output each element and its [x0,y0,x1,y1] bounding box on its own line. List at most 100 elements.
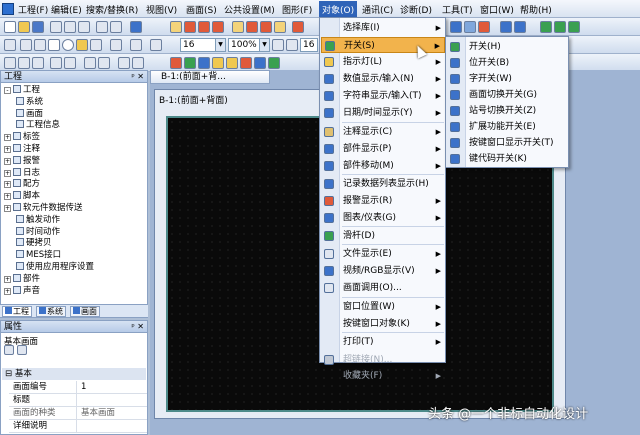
expand-icon[interactable]: + [4,275,11,283]
window-b-icon[interactable] [246,21,258,33]
tree-item[interactable]: MES接口 [16,250,61,261]
collapse-icon[interactable]: - [4,87,11,94]
property-row[interactable]: 画面编号 1 [9,381,147,394]
window-c-icon[interactable] [260,21,272,33]
run-c-icon[interactable] [568,21,580,33]
properties-section[interactable]: ⊟ 基本 [2,368,146,380]
object-menu-item[interactable]: 图表/仪表(G) ▶ [321,210,445,226]
object-menu-item[interactable]: 报警显示(R) ▶ [321,193,445,209]
save-icon[interactable] [32,21,44,33]
group-icon[interactable] [50,57,62,69]
object-menu-item[interactable]: 指示灯(L) ▶ [321,54,445,70]
zoom-out-icon[interactable] [286,39,298,51]
object-menu-item[interactable]: 注释显示(C) ▶ [321,124,445,140]
tree-item[interactable]: 系统 [16,96,43,108]
run-b-icon[interactable] [554,21,566,33]
object-menu-item[interactable]: 文件显示(E) ▶ [321,246,445,262]
object-menu-item[interactable]: 画面调用(O)... [321,280,445,296]
screen-next-icon[interactable] [198,21,210,33]
ungroup-icon[interactable] [64,57,76,69]
tab-project[interactable]: 工程 [2,306,32,317]
chevron-down-icon[interactable]: ▼ [259,39,269,51]
graph-tool-icon[interactable] [268,57,280,69]
grid-size-select[interactable]: 16 [300,38,318,52]
lamp-tool-icon[interactable] [184,57,196,69]
align-left-icon[interactable] [4,57,16,69]
fill-icon[interactable] [130,39,142,51]
menu-screen[interactable]: 画面(S) [186,3,217,16]
screen-icon[interactable] [170,21,182,33]
tree-item[interactable]: 触发动作 [16,214,60,226]
tab-system[interactable]: 系统 [36,306,66,317]
frame-icon[interactable] [274,21,286,33]
menu-edit[interactable]: 编辑(E) [51,3,82,16]
menu-view[interactable]: 视图(V) [146,3,177,16]
rotate-icon[interactable] [132,57,144,69]
switch-submenu-item[interactable]: 位开关(B) [447,55,568,71]
undo-icon[interactable] [96,21,108,33]
object-menu-item[interactable]: 记录数据列表显示(H) [321,176,445,192]
menu-tools[interactable]: 工具(T) [442,3,473,16]
cut-icon[interactable] [50,21,62,33]
expand-icon[interactable]: + [4,134,11,142]
tree-item[interactable]: 硬拷贝 [16,238,52,249]
parts-tool-icon[interactable] [254,57,266,69]
object-menu-item[interactable]: 视频/RGB显示(V) ▶ [321,263,445,279]
expand-icon[interactable]: + [4,181,11,189]
menu-help[interactable]: 帮助(H) [520,3,552,16]
document-tab[interactable]: B-1:(前面+背... [150,70,270,84]
object-menu-item[interactable]: 按键窗口对象(K) ▶ [321,316,445,332]
object-menu-item[interactable]: 日期/时间显示(Y) ▶ [321,105,445,121]
menu-common-settings[interactable]: 公共设置(M) [224,3,275,16]
screen-prev-icon[interactable] [184,21,196,33]
menu-diagnosis[interactable]: 诊断(D) [400,3,432,16]
tree-item[interactable]: + 脚本 [4,191,40,202]
flip-icon[interactable] [118,57,130,69]
line-icon[interactable] [20,39,32,51]
menu-communication[interactable]: 通讯(C) [362,3,393,16]
send-back-icon[interactable] [98,57,110,69]
property-value[interactable]: 1 [81,381,86,393]
switch-submenu-item[interactable]: 字开关(W) [447,71,568,87]
tree-item[interactable]: - 工程 [4,85,40,96]
tree-item[interactable]: 时间动作 [16,226,60,238]
tree-item[interactable]: + 注释 [4,144,40,155]
window-icon[interactable] [232,21,244,33]
tree-item[interactable]: + 部件 [4,273,40,285]
switch-submenu-item[interactable]: 站号切换开关(Z) [447,103,568,119]
select-icon[interactable] [4,39,16,51]
write-icon[interactable] [478,21,490,33]
line-style-icon[interactable] [110,39,122,51]
rectangle-icon[interactable] [48,39,60,51]
tree-item[interactable]: + 报警 [4,155,40,167]
circle-icon[interactable] [62,39,74,51]
image-icon[interactable] [76,39,88,51]
copy-icon[interactable] [64,21,76,33]
object-menu-item[interactable]: 打印(T) ▶ [321,334,445,350]
tree-item[interactable]: 画面 [16,108,43,120]
switch-submenu-item[interactable]: 开关(H) [447,39,568,55]
tree-item[interactable]: + 软元件数据传送 [4,203,83,214]
sort-alpha-icon[interactable] [17,345,27,355]
tree-item[interactable]: + 标签 [4,132,40,143]
open-icon[interactable] [18,21,30,33]
object-menu-item[interactable]: 开关(S) ▶ [321,37,445,53]
expand-icon[interactable]: + [4,146,11,153]
zoom-in-icon[interactable] [272,39,284,51]
menu-window[interactable]: 窗口(W) [480,3,514,16]
tree-item[interactable]: + 日志 [4,167,40,179]
expand-icon[interactable]: + [4,205,11,212]
property-row[interactable]: 画面的种类 基本画面 [9,407,147,420]
switch-tool-icon[interactable] [170,57,182,69]
redo-icon[interactable] [110,21,122,33]
tree-item[interactable]: + 声音 [4,285,40,297]
screen-close-icon[interactable] [212,21,224,33]
align-right-icon[interactable] [32,57,44,69]
polyline-icon[interactable] [34,39,46,51]
tree-item[interactable]: + 配方 [4,179,40,190]
object-menu-item[interactable]: 字符串显示/输入(T) ▶ [321,88,445,104]
text-icon[interactable] [90,39,102,51]
tree-item[interactable]: 工程信息 [16,120,60,131]
transfer-icon[interactable] [450,21,462,33]
zoom-select[interactable]: 100% ▼ [228,38,270,52]
